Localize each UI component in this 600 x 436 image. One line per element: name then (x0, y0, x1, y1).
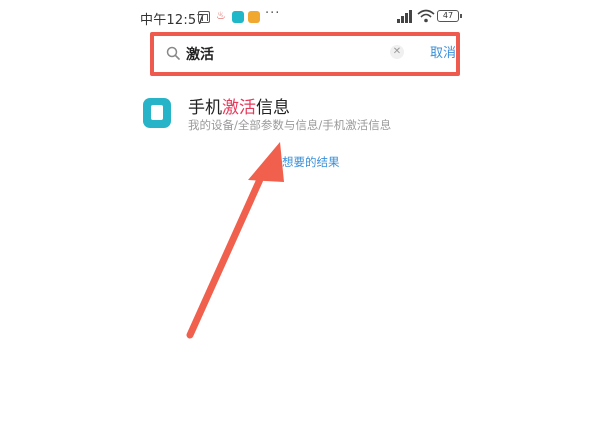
annotation-arrow (186, 142, 284, 339)
